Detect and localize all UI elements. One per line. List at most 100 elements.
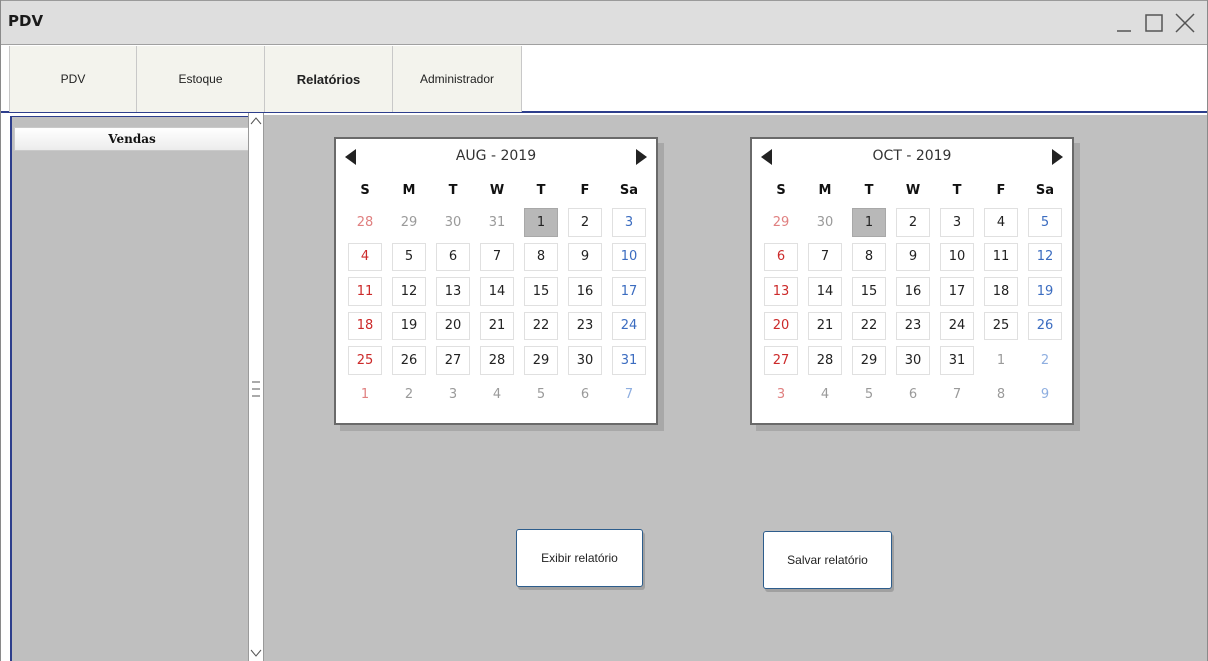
calendar-day[interactable]: 16	[568, 277, 602, 306]
calendar-day[interactable]: 7	[480, 242, 514, 271]
calendar-day[interactable]: 2	[568, 208, 602, 237]
calendar-day[interactable]: 29	[852, 346, 886, 375]
calendar-day[interactable]: 11	[348, 277, 382, 306]
calendar-day[interactable]: 27	[436, 346, 470, 375]
minimize-icon[interactable]	[1113, 11, 1137, 35]
calendar-day[interactable]: 25	[984, 311, 1018, 340]
calendar-day-outside[interactable]: 3	[436, 380, 470, 409]
calendar-day[interactable]: 10	[940, 242, 974, 271]
calendar-day[interactable]: 20	[436, 311, 470, 340]
calendar-day[interactable]: 3	[940, 208, 974, 237]
sidebar-scrollbar[interactable]	[248, 113, 264, 661]
calendar-day-outside[interactable]: 4	[808, 380, 842, 409]
calendar-day[interactable]: 15	[524, 277, 558, 306]
calendar-day[interactable]: 21	[808, 311, 842, 340]
calendar-day-outside[interactable]: 7	[940, 380, 974, 409]
calendar-day-outside[interactable]: 2	[392, 380, 426, 409]
calendar-day[interactable]: 26	[1028, 311, 1062, 340]
calendar-day-outside[interactable]: 3	[764, 380, 798, 409]
calendar-day[interactable]: 14	[808, 277, 842, 306]
calendar-day[interactable]: 1	[852, 208, 886, 237]
calendar-day[interactable]: 8	[524, 242, 558, 271]
tab-administrador[interactable]: Administrador	[393, 46, 522, 112]
calendar-day[interactable]: 18	[984, 277, 1018, 306]
scroll-up-icon[interactable]	[249, 114, 263, 128]
calendar-day[interactable]: 7	[808, 242, 842, 271]
calendar-day[interactable]: 2	[896, 208, 930, 237]
calendar-day[interactable]: 13	[764, 277, 798, 306]
show-report-button[interactable]: Exibir relatório	[516, 529, 643, 587]
sidebar-header-vendas[interactable]: Vendas	[14, 127, 250, 151]
triangle-right-icon[interactable]	[1050, 148, 1064, 166]
calendar-day[interactable]: 5	[1028, 208, 1062, 237]
calendar-day[interactable]: 27	[764, 346, 798, 375]
calendar-day[interactable]: 5	[392, 242, 426, 271]
save-report-button[interactable]: Salvar relatório	[763, 531, 892, 589]
calendar-day[interactable]: 23	[896, 311, 930, 340]
calendar-day[interactable]: 8	[852, 242, 886, 271]
calendar-day[interactable]: 11	[984, 242, 1018, 271]
calendar-day-outside[interactable]: 6	[896, 380, 930, 409]
calendar-day-outside[interactable]: 28	[348, 208, 382, 237]
calendar-day-outside[interactable]: 9	[1028, 380, 1062, 409]
close-icon[interactable]	[1173, 11, 1197, 35]
calendar-day[interactable]: 12	[392, 277, 426, 306]
calendar-day[interactable]: 9	[896, 242, 930, 271]
calendar-day[interactable]: 3	[612, 208, 646, 237]
tab-relatorios[interactable]: Relatórios	[265, 46, 393, 112]
calendar-day[interactable]: 19	[392, 311, 426, 340]
calendar-day[interactable]: 9	[568, 242, 602, 271]
calendar-day[interactable]: 25	[348, 346, 382, 375]
calendar-day[interactable]: 4	[984, 208, 1018, 237]
calendar-day[interactable]: 30	[896, 346, 930, 375]
calendar-day-outside[interactable]: 2	[1028, 346, 1062, 375]
calendar-day[interactable]: 12	[1028, 242, 1062, 271]
calendar-day[interactable]: 29	[524, 346, 558, 375]
calendar-day[interactable]: 6	[436, 242, 470, 271]
calendar-day[interactable]: 31	[612, 346, 646, 375]
calendar-day-outside[interactable]: 29	[392, 208, 426, 237]
calendar-day[interactable]: 26	[392, 346, 426, 375]
calendar-day-outside[interactable]: 29	[764, 208, 798, 237]
calendar-day-outside[interactable]: 6	[568, 380, 602, 409]
calendar-day[interactable]: 22	[852, 311, 886, 340]
calendar-day[interactable]: 10	[612, 242, 646, 271]
maximize-icon[interactable]	[1143, 11, 1167, 35]
calendar-day[interactable]: 31	[940, 346, 974, 375]
calendar-day[interactable]: 13	[436, 277, 470, 306]
tab-pdv[interactable]: PDV	[9, 46, 137, 112]
calendar-day[interactable]: 18	[348, 311, 382, 340]
calendar-day[interactable]: 21	[480, 311, 514, 340]
scroll-down-icon[interactable]	[249, 646, 263, 660]
calendar-day[interactable]: 19	[1028, 277, 1062, 306]
calendar-day-outside[interactable]: 30	[808, 208, 842, 237]
scroll-grip-icon[interactable]	[252, 378, 260, 400]
calendar-day[interactable]: 6	[764, 242, 798, 271]
calendar-day[interactable]: 4	[348, 242, 382, 271]
calendar-day-outside[interactable]: 5	[852, 380, 886, 409]
calendar-day[interactable]: 28	[480, 346, 514, 375]
calendar-day-outside[interactable]: 30	[436, 208, 470, 237]
calendar-day[interactable]: 28	[808, 346, 842, 375]
calendar-day[interactable]: 24	[612, 311, 646, 340]
calendar-day[interactable]: 24	[940, 311, 974, 340]
calendar-day[interactable]: 15	[852, 277, 886, 306]
calendar-day[interactable]: 16	[896, 277, 930, 306]
calendar-day-outside[interactable]: 8	[984, 380, 1018, 409]
calendar-day[interactable]: 1	[524, 208, 558, 237]
calendar-day-outside[interactable]: 31	[480, 208, 514, 237]
triangle-right-icon[interactable]	[634, 148, 648, 166]
tab-estoque[interactable]: Estoque	[137, 46, 265, 112]
calendar-day-outside[interactable]: 4	[480, 380, 514, 409]
calendar-day-outside[interactable]: 7	[612, 380, 646, 409]
calendar-day[interactable]: 20	[764, 311, 798, 340]
calendar-day-outside[interactable]: 5	[524, 380, 558, 409]
calendar-day[interactable]: 17	[940, 277, 974, 306]
calendar-day[interactable]: 17	[612, 277, 646, 306]
calendar-day-outside[interactable]: 1	[348, 380, 382, 409]
calendar-day[interactable]: 14	[480, 277, 514, 306]
calendar-day[interactable]: 22	[524, 311, 558, 340]
calendar-day-outside[interactable]: 1	[984, 346, 1018, 375]
calendar-day[interactable]: 23	[568, 311, 602, 340]
calendar-day[interactable]: 30	[568, 346, 602, 375]
